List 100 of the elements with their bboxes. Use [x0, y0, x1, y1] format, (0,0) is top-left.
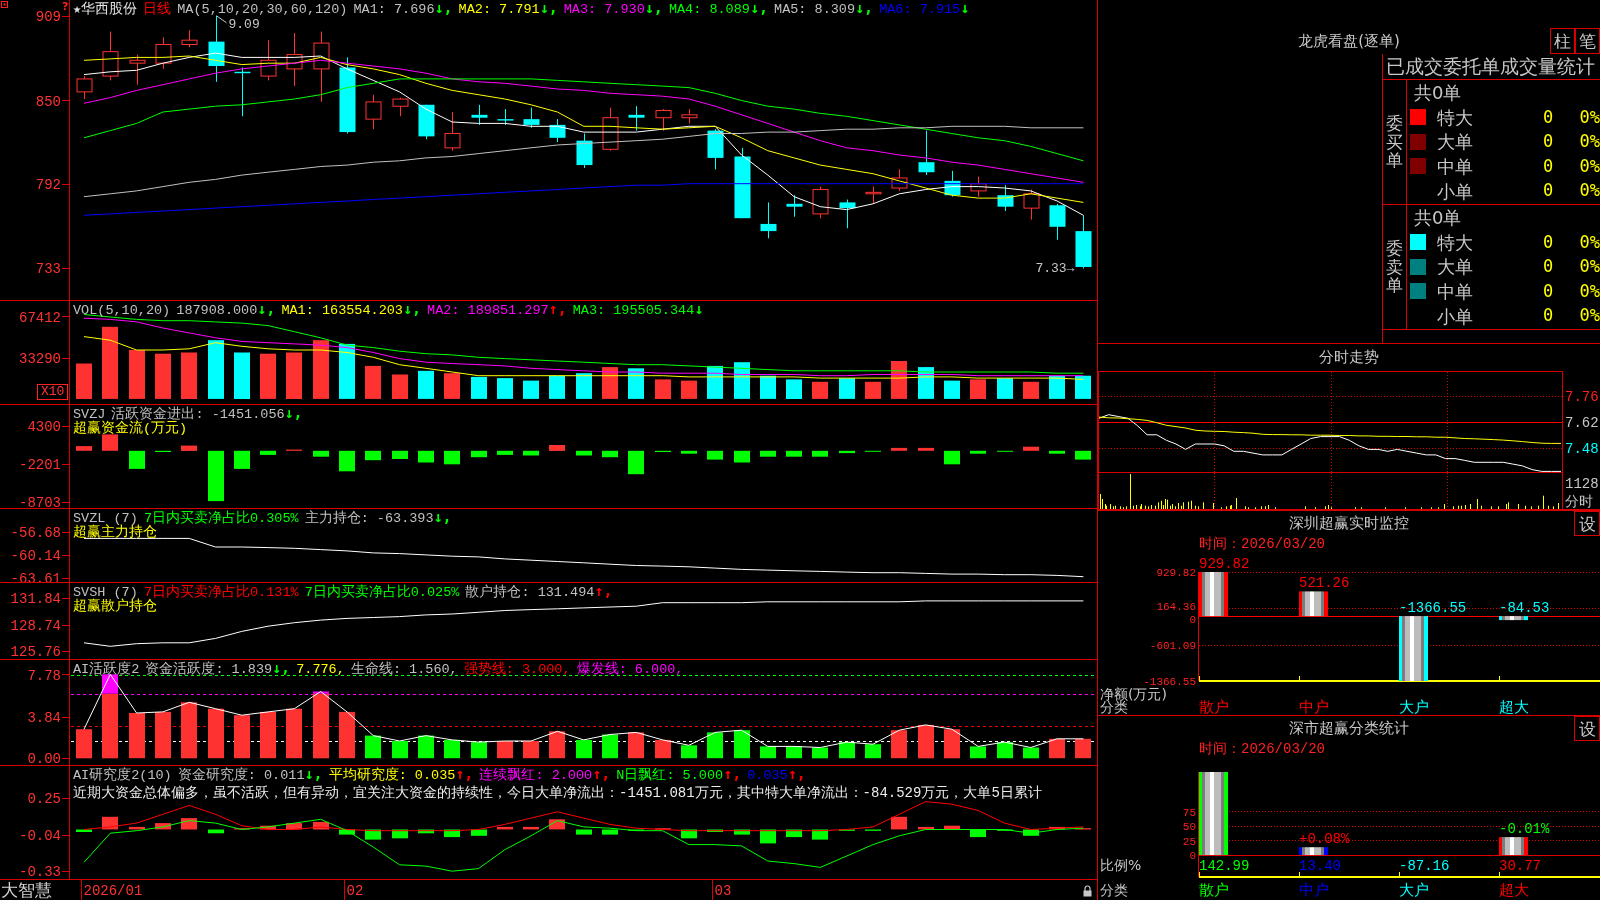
- axis-label: -2201: [19, 456, 61, 473]
- order-total: 共0单: [1414, 207, 1462, 228]
- commentary-text: 近期大资金总体偏多，虽不活跃，但有异动，宜关注大资金的持续性，今日大单净流出：-1451.081万元，其中特大单净流出：-84.529万元，大单5日累计: [73, 785, 1042, 801]
- share-value: 0%: [1578, 105, 1600, 129]
- axis-label: 3.84: [27, 709, 61, 726]
- indicator-text: MA1: 163554.203: [281, 304, 403, 318]
- axis-label: 0: [1189, 850, 1196, 862]
- unit-label: X10: [37, 384, 69, 400]
- trend-arrow: ↓,: [434, 1, 453, 15]
- axis-label: 67412: [19, 309, 61, 326]
- trend-arrow: ↑,: [787, 767, 806, 781]
- row-label: 特大: [1437, 105, 1474, 130]
- time-label: 时间：2026/03/20: [1199, 741, 1325, 757]
- indicator-text: MA4: 8.089: [668, 3, 750, 17]
- indicator-text: 强势线: 3.000,: [463, 663, 571, 677]
- indicator-text: 7日内买卖净占比0.131%: [143, 586, 299, 600]
- axis-label: 7.62: [1565, 415, 1599, 431]
- row-label: 中单: [1437, 155, 1474, 179]
- price-annotation: 7.33→: [1035, 261, 1075, 277]
- share-value: 0%: [1578, 255, 1600, 279]
- indicator-text: 7日内买卖净占比0.025%: [304, 586, 460, 600]
- indicator-text: 连续飘红: 2.000: [479, 769, 593, 783]
- axis-label: 7.76: [1565, 389, 1599, 406]
- axis-title: 净额(万元): [1100, 686, 1167, 702]
- change-label: +0.08%: [1299, 831, 1350, 848]
- axis-label: 733: [35, 261, 61, 278]
- share-value: 0%: [1578, 130, 1600, 154]
- value-label: 142.99: [1199, 858, 1250, 874]
- trend-arrow: ↑,: [594, 584, 613, 598]
- share-value: 0%: [1578, 304, 1600, 328]
- row-label: 小单: [1437, 304, 1474, 329]
- value-label: -87.16: [1399, 858, 1450, 874]
- time-label: 时间：2026/03/20: [1199, 536, 1325, 552]
- axis-label: 25: [1182, 835, 1196, 848]
- group-label: 委买单: [1386, 113, 1403, 171]
- price-annotation: 9.09: [228, 16, 260, 32]
- indicator-text: 187908.000: [176, 304, 258, 318]
- axis-label: 164.36: [1156, 600, 1196, 613]
- date-label: 02: [346, 883, 364, 899]
- axis-label: -60.14: [10, 548, 61, 565]
- trend-arrow: ↓,: [304, 767, 323, 781]
- brand-label: 大智慧: [1, 880, 52, 900]
- indicator-text: 资金活跃度: 1.839: [145, 663, 273, 677]
- value-label: 13.40: [1299, 858, 1341, 874]
- axis-label: -8703: [19, 494, 61, 508]
- axis-label: 0: [1189, 613, 1196, 626]
- trend-arrow: ↓,: [644, 1, 663, 15]
- group-label: 委卖单: [1386, 238, 1403, 296]
- indicator-text: 0.035: [747, 769, 788, 783]
- indicator-text: MA6: 7.915: [879, 3, 961, 17]
- trend-arrow: ↓: [694, 302, 704, 316]
- axis-label: 850: [35, 93, 61, 110]
- trend-arrow: ↑,: [548, 302, 567, 316]
- axis-label: 0.00: [27, 751, 61, 765]
- value-label: -84.53: [1499, 600, 1550, 617]
- help-mark: ?: [62, 0, 69, 13]
- axis-title: 分类: [1100, 882, 1128, 898]
- indicator-text: MA3: 195505.344: [572, 304, 695, 318]
- axis-label: 0.25: [27, 790, 61, 807]
- share-value: 0%: [1578, 179, 1600, 203]
- indicator-text: MA(5,10,20,30,60,120): [177, 3, 348, 17]
- indicator-text: MA2: 7.791: [458, 3, 540, 17]
- panel-title: 分时走势: [1319, 347, 1379, 369]
- date-label: 03: [714, 883, 732, 899]
- axis-label: 75: [1182, 806, 1196, 819]
- indicator-text: 7.776,: [296, 663, 345, 677]
- count-value: 0: [1541, 304, 1555, 328]
- axis-label: 7.78: [27, 667, 61, 684]
- trend-arrow: ↓,: [539, 1, 558, 15]
- trend-arrow: ↓,: [272, 661, 291, 675]
- count-value: 0: [1541, 130, 1555, 154]
- indicator-text: 超赢主力持仓: [73, 526, 157, 540]
- indicator-text: 散户持仓: 131.494: [465, 586, 595, 600]
- indicator-text: 超赢散户持仓: [73, 600, 157, 614]
- value-label: -1366.55: [1399, 600, 1467, 617]
- row-label: 中单: [1437, 280, 1474, 304]
- axis-label: 909: [35, 8, 61, 25]
- indicator-text: 生命线: 1.560,: [350, 663, 458, 677]
- trend-arrow: ↓,: [855, 1, 874, 15]
- share-value: 0%: [1578, 154, 1600, 178]
- indicator-text: ★华西股份: [73, 3, 138, 17]
- indicator-text: AI活跃度2: [73, 663, 140, 677]
- share-value: 0%: [1578, 279, 1600, 303]
- panel-title: 深市超赢分类统计: [1289, 718, 1409, 740]
- order-total: 共0单: [1414, 82, 1462, 103]
- indicator-text: AI研究度2(10): [73, 769, 172, 783]
- row-label: 小单: [1437, 179, 1474, 204]
- value-label: 521.26: [1299, 575, 1350, 592]
- trend-arrow: ↑,: [592, 767, 611, 781]
- value-label: 30.77: [1499, 858, 1541, 874]
- category-label: 散户: [1199, 698, 1229, 715]
- indicator-text: 资金研究度: 0.011: [177, 769, 305, 783]
- category-label: 超大: [1499, 698, 1529, 715]
- change-label: -0.01%: [1499, 821, 1550, 838]
- category-label: 大户: [1399, 881, 1429, 899]
- category-label: 大户: [1399, 698, 1429, 715]
- axis-label: -1366.55: [1143, 676, 1196, 688]
- trend-arrow: ↓,: [749, 1, 768, 15]
- count-value: 0: [1541, 279, 1555, 303]
- indicator-text: MA5: 8.309: [774, 3, 856, 17]
